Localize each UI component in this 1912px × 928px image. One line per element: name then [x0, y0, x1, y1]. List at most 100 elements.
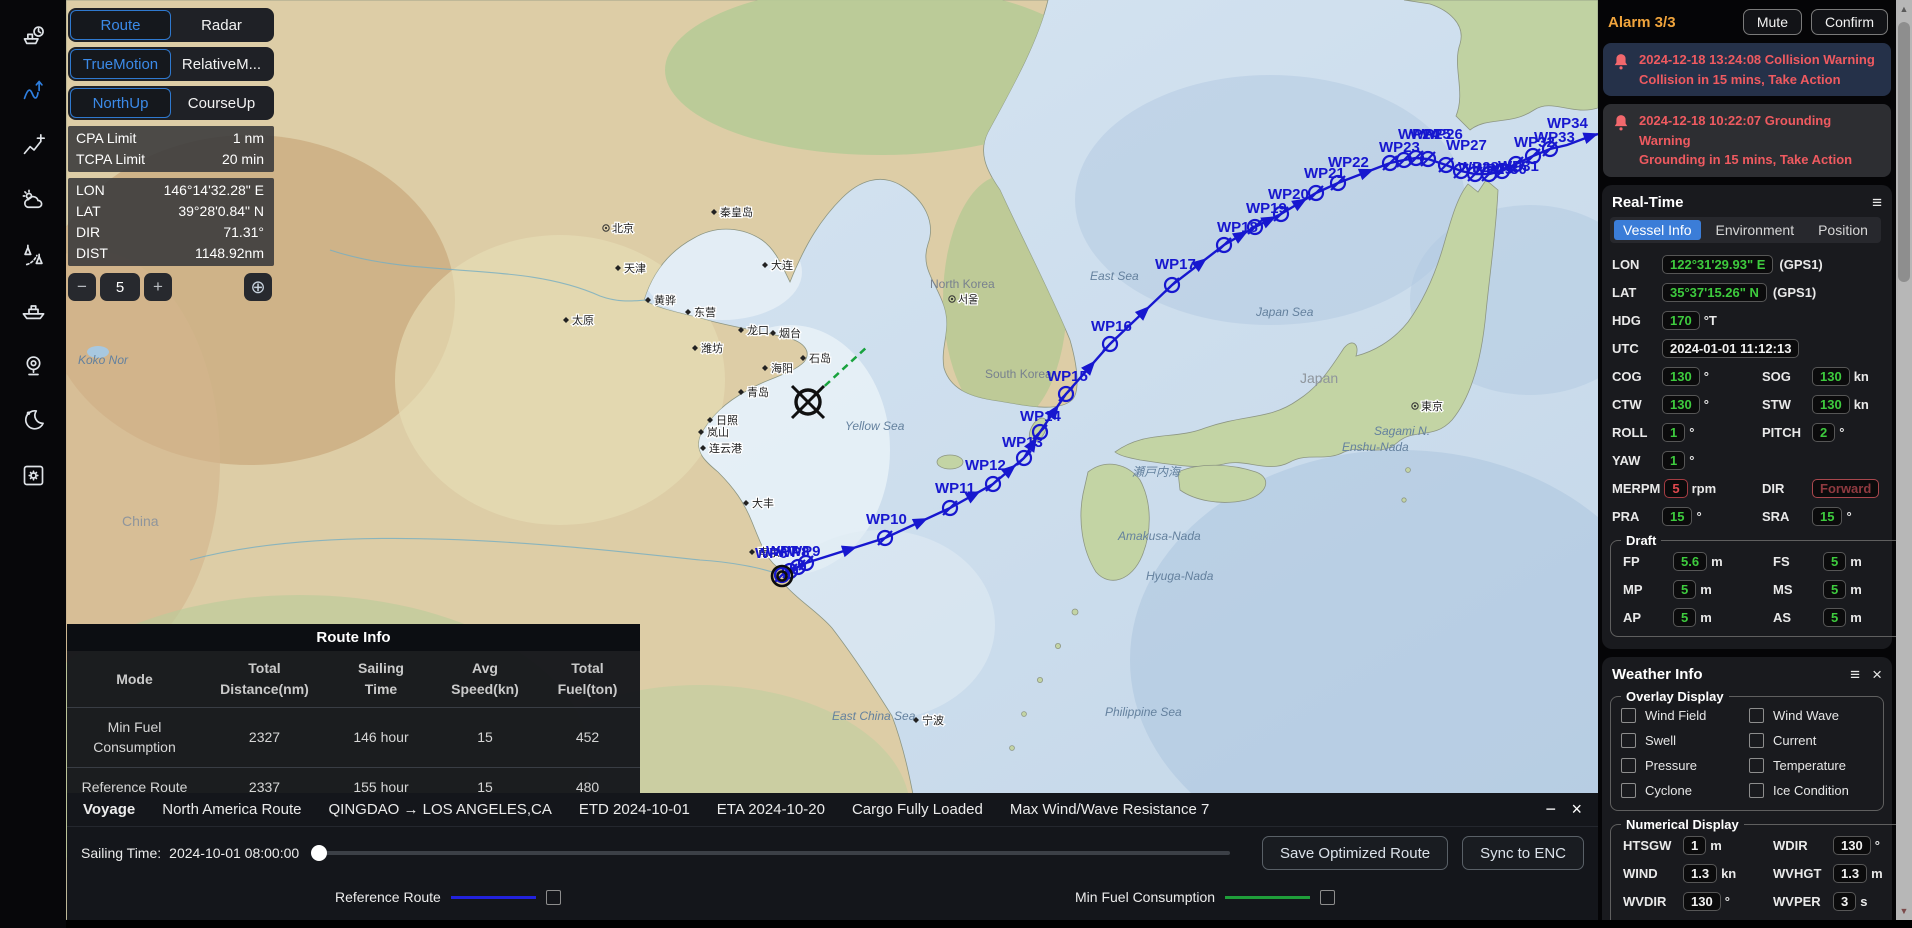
alarm-item[interactable]: 2024-12-18 13:24:08 Collision WarningCol… [1603, 43, 1891, 96]
sailing-time-slider[interactable] [313, 851, 1230, 855]
column-header: TotalFuel(ton) [535, 651, 640, 708]
close-icon[interactable]: × [1571, 793, 1582, 826]
svg-text:龙口: 龙口 [747, 324, 769, 337]
scroll-down-icon[interactable]: ▼ [1896, 906, 1912, 916]
minimize-icon[interactable]: − [1545, 793, 1556, 826]
tcpa-limit-label: TCPA Limit [76, 151, 145, 168]
svg-text:WP17: WP17 [1155, 256, 1196, 273]
cursor-lat-value: 39°28'0.84" N [178, 203, 264, 220]
table-row[interactable]: Reference Route2337155 hour15480 [67, 767, 640, 793]
route-mode-button[interactable]: Route [70, 10, 171, 40]
mute-button[interactable]: Mute [1743, 9, 1802, 35]
scroll-up-icon[interactable]: ▲ [1896, 4, 1912, 14]
sidebar-item-weather[interactable] [9, 173, 57, 228]
cursor-dist-label: DIST [76, 245, 108, 262]
cursor-dir-label: DIR [76, 224, 100, 241]
right-scrollbar[interactable]: ▲ ▼ [1896, 0, 1912, 920]
data-row: FP5.6mFS5m [1613, 548, 1896, 576]
svg-text:South Korea: South Korea [985, 367, 1052, 381]
zoom-in-button[interactable]: + [144, 273, 172, 301]
tcpa-limit-value: 20 min [222, 151, 264, 168]
relative-motion-button[interactable]: RelativeM... [171, 49, 272, 79]
svg-text:瀬戸内海: 瀬戸内海 [1132, 465, 1182, 479]
svg-text:连云港: 连云港 [709, 442, 742, 455]
svg-text:China: China [122, 513, 159, 529]
checkbox-ice-condition[interactable] [1749, 783, 1764, 798]
table-row[interactable]: Min Fuel Consumption2327146 hour15452 [67, 708, 640, 768]
checkbox-temperature[interactable] [1749, 758, 1764, 773]
data-row: HDG170°T [1602, 307, 1892, 335]
cursor-lat-label: LAT [76, 203, 101, 220]
map-area[interactable]: ChinaJapanMongoliaNorth KoreaSouth Korea… [66, 0, 1598, 920]
svg-text:WP20: WP20 [1268, 186, 1309, 203]
svg-text:WP9: WP9 [788, 543, 821, 560]
data-row: MERPM5rpmDIRForward [1602, 475, 1892, 503]
alarm-header: Alarm 3/3 Mute Confirm [1598, 0, 1896, 43]
cursor-dir-value: 71.31° [223, 224, 264, 241]
legend-checkbox-reference[interactable] [546, 890, 561, 905]
sync-to-enc-button[interactable]: Sync to ENC [1462, 836, 1584, 870]
svg-text:东营: 东营 [694, 305, 716, 319]
bell-icon [1611, 113, 1631, 133]
legend-min-fuel: Min Fuel Consumption [1075, 889, 1335, 905]
draft-legend: Draft [1621, 533, 1661, 548]
app-root: ChinaJapanMongoliaNorth KoreaSouth Korea… [0, 0, 1912, 920]
tab-position[interactable]: Position [1809, 220, 1877, 240]
svg-text:石岛: 石岛 [809, 351, 831, 365]
toggle-row-route-radar: Route Radar [68, 8, 274, 42]
menu-icon[interactable]: ≡ [1850, 666, 1860, 683]
sidebar-item-route-optimization[interactable] [9, 63, 57, 118]
radar-mode-button[interactable]: Radar [171, 10, 272, 40]
true-motion-button[interactable]: TrueMotion [70, 49, 171, 79]
legend-reference-route: Reference Route [335, 889, 561, 905]
data-row: AP5mAS5m [1613, 604, 1896, 632]
sidebar-item-surveillance[interactable] [9, 338, 57, 393]
confirm-button[interactable]: Confirm [1811, 9, 1888, 35]
voyage-item: QINGDAO → LOS ANGELES,CA [328, 801, 551, 818]
cursor-lon-value: 146°14'32.28" E [164, 182, 264, 199]
svg-text:WP27: WP27 [1446, 137, 1487, 154]
svg-text:Enshu-Nada: Enshu-Nada [1342, 440, 1409, 454]
numerical-display-fieldset: Numerical Display HTSGW1mWDIR130°WIND1.3… [1610, 817, 1896, 921]
sidebar-item-settings[interactable] [9, 448, 57, 503]
sidebar-item-vessel[interactable] [9, 283, 57, 338]
numerical-display-legend: Numerical Display [1621, 817, 1744, 832]
checkbox-pressure[interactable] [1621, 758, 1636, 773]
tab-environment[interactable]: Environment [1707, 220, 1804, 240]
svg-text:宁波: 宁波 [922, 713, 944, 727]
zoom-controls: − 5 + ⊕ [68, 273, 272, 301]
draft-fieldset: Draft FP5.6mFS5mMP5mMS5mAP5mAS5m [1610, 533, 1896, 637]
north-up-button[interactable]: NorthUp [70, 88, 171, 118]
overlay-display-legend: Overlay Display [1621, 689, 1729, 704]
sidebar-item-navigation-marks[interactable] [9, 228, 57, 283]
slider-thumb[interactable] [311, 845, 327, 861]
checkbox-wind-wave[interactable] [1749, 708, 1764, 723]
svg-text:日照: 日照 [716, 414, 738, 427]
center-ship-button[interactable]: ⊕ [244, 273, 272, 301]
menu-icon[interactable]: ≡ [1872, 194, 1882, 211]
checkbox-swell[interactable] [1621, 733, 1636, 748]
route-info-panel: Route Info ModeTotalDistance(nm)SailingT… [67, 624, 640, 793]
data-row: HTSGW1mWDIR130° [1613, 832, 1896, 860]
scrollbar-thumb[interactable] [1898, 22, 1910, 282]
alarm-item[interactable]: 2024-12-18 10:22:07 Grounding WarningGro… [1603, 104, 1891, 177]
checkbox-cyclone[interactable] [1621, 783, 1636, 798]
course-up-button[interactable]: CourseUp [171, 88, 272, 118]
cpa-limit-label: CPA Limit [76, 130, 136, 147]
overlay-option: Swell [1621, 733, 1749, 748]
sidebar-item-fleet-monitor[interactable] [9, 8, 57, 63]
svg-text:WP14: WP14 [1020, 408, 1062, 425]
sidebar-item-night-mode[interactable] [9, 393, 57, 448]
sidebar-item-route-edit[interactable] [9, 118, 57, 173]
checkbox-current[interactable] [1749, 733, 1764, 748]
checkbox-wind-field[interactable] [1621, 708, 1636, 723]
svg-text:East China Sea: East China Sea [832, 709, 916, 723]
legend-checkbox-minfuel[interactable] [1320, 890, 1335, 905]
voyage-item: ETA 2024-10-20 [717, 801, 825, 818]
moon-icon [20, 407, 47, 434]
close-icon[interactable]: × [1872, 666, 1882, 683]
tab-vessel-info[interactable]: Vessel Info [1614, 220, 1701, 240]
zoom-out-button[interactable]: − [68, 273, 96, 301]
data-row: LAT35°37'15.26" N(GPS1) [1602, 279, 1892, 307]
save-optimized-route-button[interactable]: Save Optimized Route [1262, 836, 1448, 870]
